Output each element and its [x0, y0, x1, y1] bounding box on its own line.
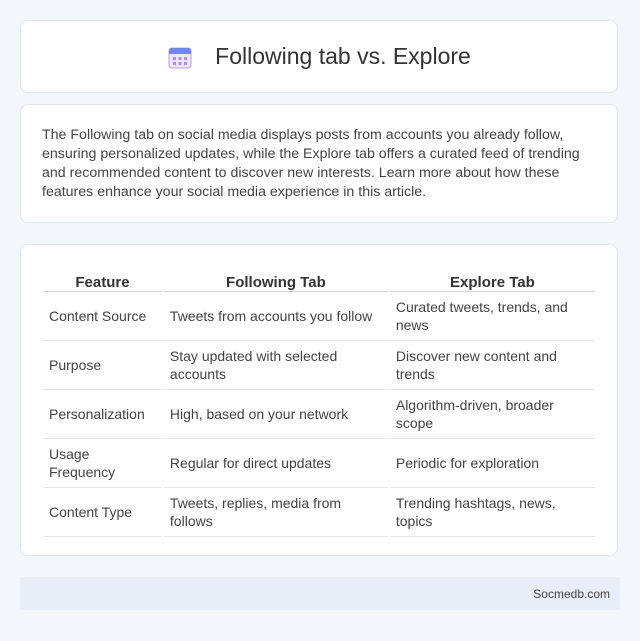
explore-tab-cell: Periodic for exploration	[389, 439, 595, 488]
following-tab-cell: Tweets from accounts you follow	[163, 292, 388, 341]
calendar-icon	[167, 44, 193, 70]
title-card: Following tab vs. Explore	[20, 20, 618, 93]
feature-cell: Content Type	[43, 488, 162, 537]
column-header-feature: Feature	[43, 265, 162, 292]
explore-tab-cell: Algorithm-driven, broader scope	[389, 390, 595, 439]
comparison-table-card: Feature Following Tab Explore Tab Conten…	[20, 244, 618, 556]
intro-text: The Following tab on social media displa…	[42, 127, 580, 200]
feature-cell: Content Source	[43, 292, 162, 341]
feature-cell: Personalization	[43, 390, 162, 439]
footer: Socmedb.com	[20, 577, 620, 610]
table-row: Content Source Tweets from accounts you …	[43, 292, 595, 341]
explore-tab-cell: Curated tweets, trends, and news	[389, 292, 595, 341]
table-row: Purpose Stay updated with selected accou…	[43, 341, 595, 390]
feature-cell: Usage Frequency	[43, 439, 162, 488]
table-row: Usage Frequency Regular for direct updat…	[43, 439, 595, 488]
column-header-explore-tab: Explore Tab	[389, 265, 595, 292]
feature-cell: Purpose	[43, 341, 162, 390]
table-row: Content Type Tweets, replies, media from…	[43, 488, 595, 537]
explore-tab-cell: Discover new content and trends	[389, 341, 595, 390]
following-tab-cell: High, based on your network	[163, 390, 388, 439]
comparison-table: Feature Following Tab Explore Tab Conten…	[41, 265, 597, 537]
page-title: Following tab vs. Explore	[215, 43, 471, 69]
column-header-following-tab: Following Tab	[163, 265, 388, 292]
table-header-row: Feature Following Tab Explore Tab	[43, 265, 595, 292]
following-tab-cell: Stay updated with selected accounts	[163, 341, 388, 390]
table-row: Personalization High, based on your netw…	[43, 390, 595, 439]
explore-tab-cell: Trending hashtags, news, topics	[389, 488, 595, 537]
intro-card: The Following tab on social media displa…	[20, 104, 618, 223]
footer-site-link[interactable]: Socmedb.com	[533, 587, 610, 601]
following-tab-cell: Tweets, replies, media from follows	[163, 488, 388, 537]
following-tab-cell: Regular for direct updates	[163, 439, 388, 488]
